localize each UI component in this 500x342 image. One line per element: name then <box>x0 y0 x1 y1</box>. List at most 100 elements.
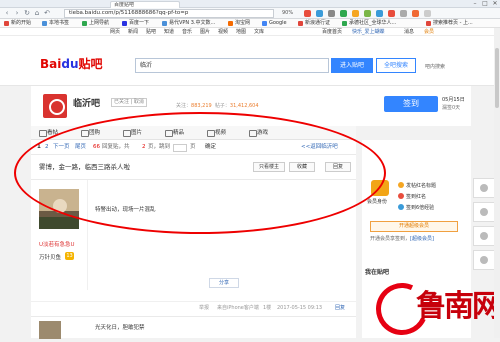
reply-button[interactable]: 回复 <box>325 162 351 172</box>
extension-icon[interactable] <box>304 10 311 17</box>
bookmark-item[interactable]: 搜索推荐页 - 上... <box>426 19 473 28</box>
tab-posts[interactable]: 看帖 <box>39 126 58 140</box>
follow-toggle[interactable]: 已关注 | 取消 <box>111 98 147 107</box>
floating-toolbar <box>473 178 495 278</box>
watermark-text: 鲁南网 <box>416 289 500 324</box>
tieba-logo[interactable]: Baidu贴吧 <box>40 57 103 71</box>
search-all-button[interactable]: 全吧搜索 <box>376 58 416 73</box>
username-link[interactable]: 快乐_爱上蝴蝶 <box>352 28 385 36</box>
bookmark-item[interactable]: 本地书签 <box>42 19 69 28</box>
thread-title: 雾博，金一路，临西三路杀人啦 <box>39 163 130 171</box>
logo-tieba: 贴吧 <box>78 57 103 71</box>
forum-search-link[interactable]: 吧内搜索 <box>425 63 445 70</box>
tab-groupbuy[interactable]: 团购 <box>81 126 100 140</box>
confirm-jump-button[interactable]: 确定 <box>205 140 216 155</box>
right-sidebar: 会员身份 发帖红名标题 签到红名 签到6倍经验 开通超级会员 开通会员享签到，[… <box>362 140 500 342</box>
reply-link[interactable]: 回复 <box>335 302 345 314</box>
bookmark-item[interactable]: 百度一下 <box>122 19 149 28</box>
tab-pictures[interactable]: 图片 <box>123 126 142 140</box>
page-scrollbar[interactable] <box>494 28 500 338</box>
user-avatar[interactable] <box>39 321 61 339</box>
bookmark-item[interactable]: 淘宝网 <box>228 19 250 28</box>
nav-link[interactable]: 贴吧 <box>146 28 156 36</box>
nav-link[interactable]: 新闻 <box>128 28 138 36</box>
nav-link[interactable]: 音乐 <box>182 28 192 36</box>
minimize-icon[interactable]: – <box>470 0 480 8</box>
post-floor-2: 光天化日，胆敢犯禁 <box>31 316 356 339</box>
only-author-button[interactable]: 只看楼主 <box>253 162 285 172</box>
bookmark-item[interactable]: Google <box>262 19 287 28</box>
menu-icon[interactable] <box>400 10 407 17</box>
tool-button[interactable] <box>473 178 495 198</box>
back-to-forum-link[interactable]: <<返回临沂吧 <box>301 140 338 155</box>
tab-games[interactable]: 游戏 <box>249 126 268 140</box>
extension-icon[interactable] <box>316 10 323 17</box>
reload-icon[interactable]: ↻ <box>23 9 31 18</box>
home-icon[interactable]: ⌂ <box>33 9 41 18</box>
user-icon[interactable] <box>473 226 495 246</box>
zoom-level[interactable]: 90% <box>282 10 293 16</box>
post-footer: 举报 来自iPhone客户端 1楼 2017-05-15 09:13 回复 <box>31 301 356 313</box>
bookmark-item[interactable]: 新浪通行证 <box>298 19 330 28</box>
nav-link[interactable]: 文库 <box>254 28 264 36</box>
url-input[interactable]: tieba.baidu.com/p/5116888686?qq-pf-to=p <box>64 9 274 18</box>
perk-item: 签到红名 <box>398 193 426 200</box>
tab-video[interactable]: 视频 <box>207 126 226 140</box>
tab-featured[interactable]: 精品 <box>165 126 184 140</box>
favorite-button[interactable]: 收藏 <box>289 162 315 172</box>
posts-count: 31,412,604 <box>229 103 259 109</box>
posts-label: 帖子： <box>214 103 230 109</box>
nav-link[interactable]: 图片 <box>200 28 210 36</box>
user-avatar[interactable] <box>39 189 79 229</box>
undo-icon[interactable]: ↶ <box>43 9 51 18</box>
back-icon[interactable]: ‹ <box>3 9 11 18</box>
nav-link[interactable]: 地图 <box>236 28 246 36</box>
bookmark-item[interactable]: 上网导航 <box>82 19 109 28</box>
followers-label: 关注： <box>176 103 192 109</box>
thread-header: 雾博，金一路，临西三路杀人啦 只看楼主 收藏 回复 <box>31 155 356 180</box>
extension-icon[interactable] <box>376 10 383 17</box>
vip-note-link[interactable]: [超级会员] <box>410 236 434 242</box>
nav-link[interactable]: 网页 <box>110 28 120 36</box>
forward-icon[interactable]: › <box>13 9 21 18</box>
forum-name[interactable]: 临沂吧 <box>73 96 100 109</box>
baidu-home-link[interactable]: 百度首页 <box>322 28 342 36</box>
messages-link[interactable]: 消息 <box>404 28 414 36</box>
last-page-link[interactable]: 尾页 <box>75 140 86 155</box>
open-vip-button[interactable]: 开通超级会员 <box>370 221 458 232</box>
vip-link[interactable]: 会员 <box>424 28 434 36</box>
member-label: 会员身份 <box>367 199 388 205</box>
perk-item: 发帖红名标题 <box>398 182 436 189</box>
bookmark-item[interactable]: 易代VPN 3.中文数... <box>162 19 215 28</box>
scrollbar-thumb[interactable] <box>495 48 499 108</box>
bookmark-item[interactable]: 承德社区_全球华人... <box>342 19 396 28</box>
maximize-icon[interactable]: □ <box>480 0 490 8</box>
extension-icon[interactable] <box>352 10 359 17</box>
next-page-link[interactable]: 下一页 <box>53 140 70 155</box>
nav-link[interactable]: 视频 <box>218 28 228 36</box>
post-username[interactable]: U淡若有急急U <box>39 240 75 248</box>
enter-forum-button[interactable]: 进入贴吧 <box>331 58 373 73</box>
report-link[interactable]: 举报 <box>199 302 209 314</box>
vip-note-text: 开通会员享签到， <box>370 236 411 242</box>
tool-button[interactable] <box>473 202 495 222</box>
share-button[interactable]: 分享 <box>209 278 239 288</box>
jump-page-input[interactable] <box>173 144 187 152</box>
page-2-link[interactable]: 2 <box>45 140 49 155</box>
forum-avatar[interactable] <box>43 94 67 118</box>
tool-button[interactable] <box>473 250 495 270</box>
extension-icon[interactable] <box>388 10 395 17</box>
settings-icon[interactable] <box>424 10 431 17</box>
search-input[interactable]: 临沂 <box>135 58 329 73</box>
close-icon[interactable]: ✕ <box>490 0 500 8</box>
extension-icon[interactable] <box>412 10 419 17</box>
extension-icon[interactable] <box>340 10 347 17</box>
browser-tab[interactable]: 百度贴吧 <box>110 1 180 8</box>
sign-in-button[interactable]: 签到 <box>384 96 438 112</box>
nav-link[interactable]: 知道 <box>164 28 174 36</box>
wechat-icon[interactable] <box>364 10 371 17</box>
post-source: 来自iPhone客户端 <box>217 305 259 311</box>
page-unit: 页 <box>190 144 196 150</box>
search-icon[interactable] <box>328 10 335 17</box>
bookmark-item[interactable]: 新的开始 <box>4 19 31 28</box>
